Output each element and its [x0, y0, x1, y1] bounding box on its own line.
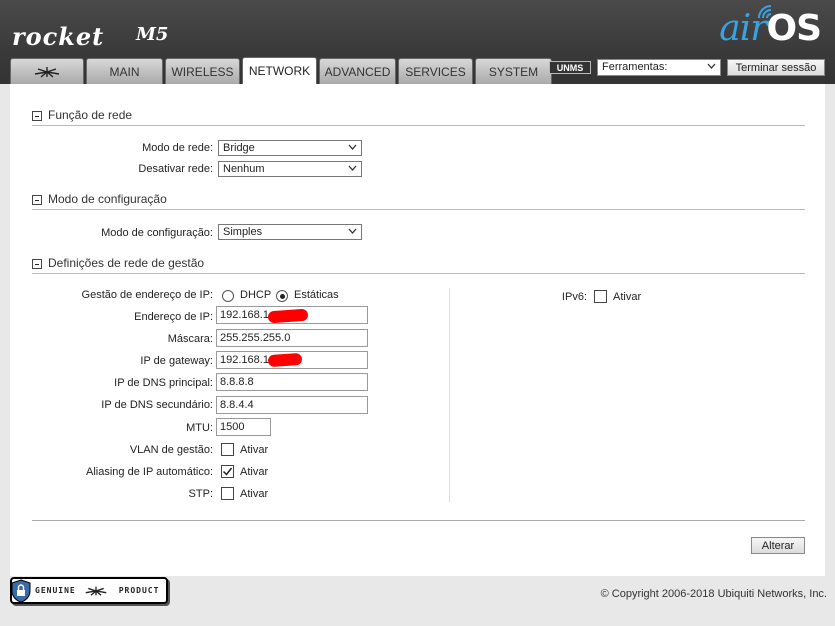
- netmask-label: Máscara:: [167, 333, 213, 345]
- section-title: Função de rede: [48, 108, 133, 122]
- logout-button[interactable]: Terminar sessão: [727, 59, 825, 76]
- network-mode-label: Modo de rede:: [142, 142, 213, 154]
- tab-main[interactable]: MAIN: [86, 58, 163, 84]
- product-text: PRODUCT: [118, 586, 160, 595]
- unms-badge[interactable]: UNMS: [549, 61, 591, 74]
- ipv6-option-label: Ativar: [613, 291, 642, 303]
- dns-secondary-input[interactable]: 8.8.4.4: [216, 396, 368, 414]
- disable-network-label: Desativar rede:: [138, 163, 213, 175]
- dns-primary-label: IP de DNS principal:: [114, 377, 213, 389]
- collapse-icon[interactable]: [32, 259, 42, 269]
- product-logo: rocket: [12, 22, 105, 51]
- genuine-product-badge: GENUINE PRODUCT: [10, 577, 168, 604]
- form-divider: [32, 520, 805, 521]
- ubiquiti-logo-icon: [85, 586, 107, 596]
- tools-select-value: Ferramentas:: [602, 61, 668, 73]
- dhcp-label: DHCP: [240, 289, 272, 301]
- mtu-input[interactable]: 1500: [216, 418, 271, 436]
- disable-network-select[interactable]: Nenhum: [218, 161, 362, 177]
- ip-address-label: Endereço de IP:: [134, 311, 213, 323]
- section-network-role-header[interactable]: Função de rede: [32, 108, 805, 126]
- tab-network[interactable]: NETWORK: [242, 57, 317, 84]
- content-panel: Função de rede Modo de rede: Bridge Desa…: [10, 84, 825, 576]
- mtu-label: MTU:: [186, 422, 213, 434]
- section-title: Definições de rede de gestão: [48, 256, 205, 270]
- section-management-header[interactable]: Definições de rede de gestão: [32, 256, 805, 274]
- tools-select[interactable]: Ferramentas:: [597, 59, 721, 76]
- config-mode-label: Modo de configuração:: [101, 227, 213, 239]
- model-logo: M5: [136, 24, 169, 45]
- tab-wireless[interactable]: WIRELESS: [165, 58, 240, 84]
- shield-lock-icon: [11, 578, 31, 603]
- config-mode-value: Simples: [223, 226, 263, 238]
- chevron-down-icon: [707, 63, 716, 69]
- dns-primary-input[interactable]: 8.8.8.8: [216, 373, 368, 391]
- ip-aliasing-option-label: Ativar: [240, 466, 269, 478]
- chevron-down-icon: [348, 228, 357, 234]
- tab-advanced[interactable]: ADVANCED: [319, 58, 396, 84]
- collapse-icon[interactable]: [32, 195, 42, 205]
- tab-ubiquiti-logo[interactable]: [10, 58, 84, 84]
- ip-management-label: Gestão de endereço de IP:: [81, 289, 213, 301]
- apply-button[interactable]: Alterar: [751, 537, 805, 554]
- static-radio[interactable]: [276, 290, 288, 302]
- ip-aliasing-checkbox[interactable]: [221, 465, 234, 478]
- section-config-mode-header[interactable]: Modo de configuração: [32, 192, 805, 210]
- genuine-text: GENUINE: [35, 586, 76, 595]
- network-mode-select[interactable]: Bridge: [218, 140, 362, 156]
- vlan-option-label: Ativar: [240, 444, 269, 456]
- stp-option-label: Ativar: [240, 488, 269, 500]
- ip-aliasing-label: Aliasing de IP automático:: [86, 466, 213, 478]
- vlan-checkbox[interactable]: [221, 443, 234, 456]
- chevron-down-icon: [348, 144, 357, 150]
- dhcp-radio[interactable]: [222, 290, 234, 302]
- main-tabs: MAIN WIRELESS NETWORK ADVANCED SERVICES …: [10, 57, 554, 84]
- tab-system[interactable]: SYSTEM: [475, 58, 552, 84]
- gateway-label: IP de gateway:: [140, 355, 213, 367]
- dns-secondary-label: IP de DNS secundário:: [101, 399, 213, 411]
- stp-checkbox[interactable]: [221, 487, 234, 500]
- tab-services[interactable]: SERVICES: [398, 58, 473, 84]
- network-mode-value: Bridge: [223, 142, 255, 154]
- disable-network-value: Nenhum: [223, 163, 265, 175]
- column-divider: [449, 288, 450, 502]
- ipv6-checkbox[interactable]: [594, 290, 607, 303]
- airos-logo: airOS: [719, 8, 822, 49]
- section-title: Modo de configuração: [48, 192, 167, 206]
- redaction-mark: [267, 352, 303, 368]
- netmask-input[interactable]: 255.255.255.0: [216, 329, 368, 347]
- config-mode-select[interactable]: Simples: [218, 224, 362, 240]
- stp-label: STP:: [188, 488, 213, 500]
- copyright-text: © Copyright 2006-2018 Ubiquiti Networks,…: [600, 588, 827, 600]
- chevron-down-icon: [348, 165, 357, 171]
- vlan-label: VLAN de gestão:: [129, 444, 213, 456]
- ipv6-label: IPv6:: [561, 291, 587, 303]
- static-label: Estáticas: [294, 289, 339, 301]
- checkmark-icon: [222, 467, 233, 476]
- collapse-icon[interactable]: [32, 111, 42, 121]
- ubiquiti-logo-icon: [34, 66, 60, 78]
